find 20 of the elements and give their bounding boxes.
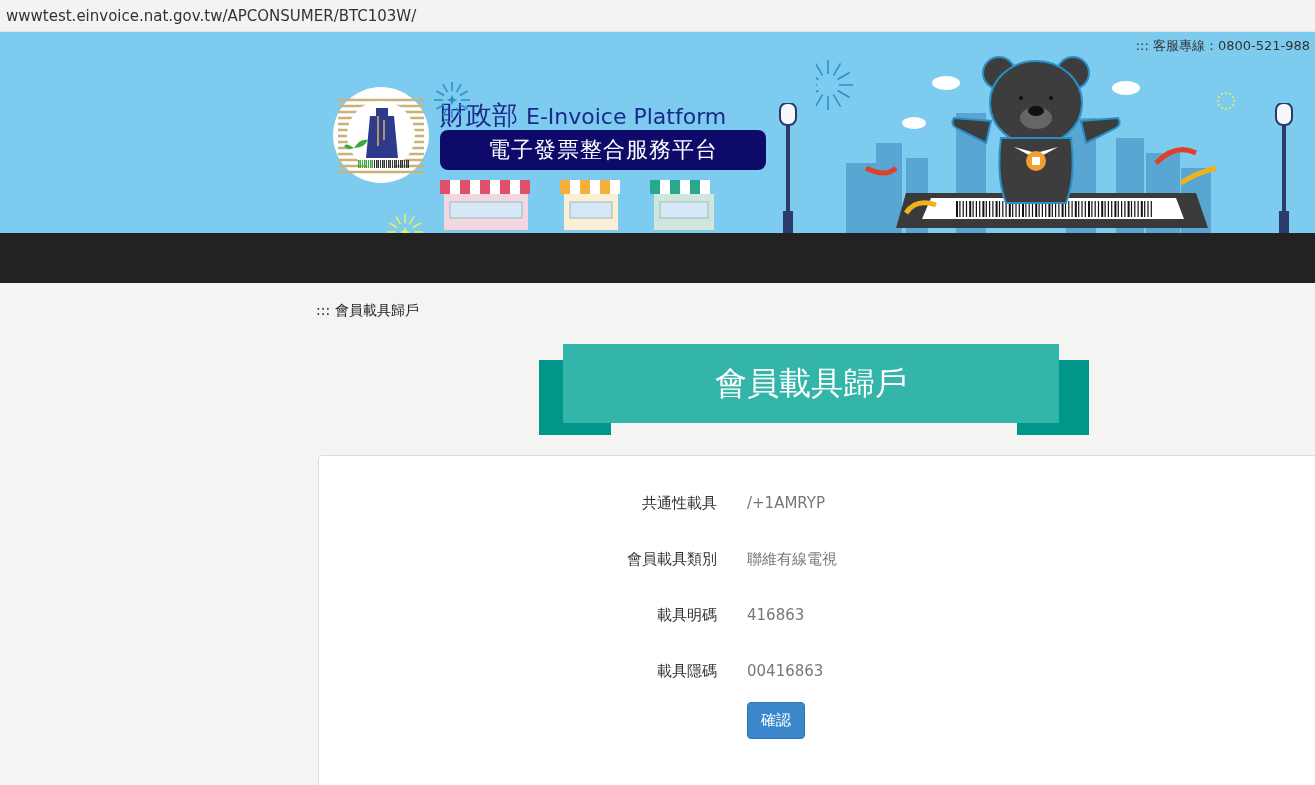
platform-subtitle: 電子發票整合服務平台 [440, 130, 766, 170]
hotline-text: ::: 客服專線：0800-521-988 [1135, 37, 1310, 55]
field-label: 載具隱碼 [657, 661, 717, 681]
street-lamp-icon [1272, 103, 1296, 233]
field-value: 00416863 [747, 662, 824, 680]
field-label: 載具明碼 [657, 605, 717, 625]
field-label: 共通性載具 [642, 493, 717, 513]
agency-name: 財政部 [440, 99, 518, 132]
field-label: 會員載具類別 [627, 549, 717, 569]
confirm-button[interactable]: 確認 [747, 702, 805, 739]
page-title: 會員載具歸戶 [563, 344, 1059, 423]
platform-name: E-Invoice Platform [526, 104, 727, 129]
shop-icon [560, 180, 622, 230]
street-lamp-icon [776, 103, 800, 233]
breadcrumb: ::: 會員載具歸戶 [316, 302, 419, 320]
url-text[interactable]: wwwtest.einvoice.nat.gov.tw/APCONSUMER/BTC103W/ [6, 6, 417, 25]
field-value: 416863 [747, 606, 805, 624]
shop-icon [440, 180, 532, 230]
field-value: 聯維有線電視 [747, 549, 837, 569]
field-value: /+1AMRYP [747, 494, 826, 512]
